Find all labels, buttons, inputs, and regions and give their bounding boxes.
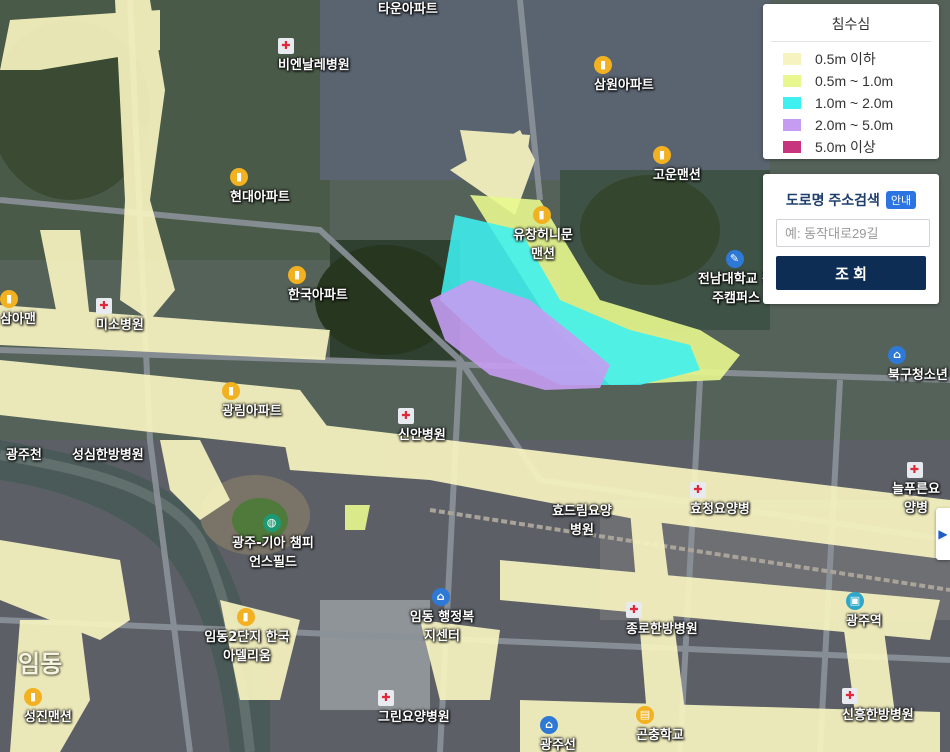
stadium-icon: ◍ [262, 514, 281, 532]
legend-item: 0.5m 이하 [763, 48, 939, 70]
flood-depth-legend: 침수심 0.5m 이하 0.5m ~ 1.0m 1.0m ~ 2.0m 2.0m… [763, 4, 939, 159]
poi-hospital[interactable]: ✚ 효청요양병 [690, 482, 750, 517]
poi-hospital[interactable]: 성심한방병원 [72, 444, 144, 463]
poi-hospital[interactable]: ✚ 그린요양병원 [378, 690, 450, 725]
poi-hospital[interactable]: ✚ 신안병원 [398, 408, 446, 443]
poi-hospital[interactable]: ✚ 늘푸른요양병 [890, 462, 942, 516]
poi-hospital[interactable]: ✚ 비엔날레병원 [278, 38, 350, 73]
search-header: 도로명 주소검색 안내 [763, 174, 939, 210]
poi-apartment[interactable]: ▮ 고운맨션 [653, 146, 701, 183]
guide-button[interactable]: 안내 [885, 191, 917, 209]
school-icon: ✎ [725, 250, 744, 268]
poi-hospital[interactable]: ✚ 신흥한방병원 [842, 688, 914, 723]
chevron-right-icon: ▶ [938, 527, 948, 541]
address-search-panel: 도로명 주소검색 안내 조 회 [763, 174, 939, 304]
search-submit-button[interactable]: 조 회 [776, 256, 926, 290]
river-label: 광주천 [6, 448, 42, 463]
school-icon: ▤ [636, 706, 654, 724]
apartment-icon: ▮ [0, 290, 18, 308]
apartment-icon: ▮ [594, 56, 612, 74]
panel-toggle-tab[interactable]: ▶ [936, 508, 950, 560]
hospital-icon: ✚ [626, 602, 642, 618]
apartment-icon: ▮ [24, 688, 42, 706]
poi-public[interactable]: ⌂ 임동 행정복지센터 [406, 588, 478, 644]
legend-swatch [783, 75, 801, 87]
hospital-icon: ✚ [690, 482, 706, 498]
legend-item: 2.0m ~ 5.0m [763, 114, 939, 136]
hospital-icon: ✚ [842, 688, 858, 704]
apartment-icon: ▮ [222, 382, 240, 400]
poi-school[interactable]: ▤ 곤충학교 [636, 706, 684, 743]
legend-swatch [783, 97, 801, 109]
apartment-icon: ▮ [532, 206, 551, 224]
apartment-icon: ▮ [653, 146, 671, 164]
poi-rail[interactable]: ⌂ 광주선 [540, 716, 576, 752]
flood-map[interactable]: 타운아파트 ✚ 비엔날레병원 ▮ 삼원아파트 ▮ 현대아파트 ▮ 고운맨션 ▮ 유창허니문… [0, 0, 950, 752]
legend-item: 5.0m 이상 [763, 136, 939, 158]
apartment-icon: ▮ [230, 168, 248, 186]
legend-title: 침수심 [771, 4, 931, 42]
poi-hospital[interactable]: ✚ 미소병원 [96, 298, 144, 333]
search-title: 도로명 주소검색 [785, 192, 880, 208]
district-label: 임동 [18, 650, 63, 678]
train-icon: ▣ [846, 592, 864, 610]
hospital-icon: ✚ [398, 408, 414, 424]
poi-label[interactable]: 타운아파트 [378, 0, 438, 17]
poi-apartment[interactable]: ▮ 유창허니문맨션 [508, 206, 578, 262]
legend-swatch [783, 119, 801, 131]
apartment-icon: ▮ [236, 608, 255, 626]
poi-apartment[interactable]: ▮ 삼아맨 [0, 290, 36, 327]
hospital-icon: ✚ [278, 38, 294, 54]
poi-apartment[interactable]: ▮ 한국아파트 [288, 266, 348, 303]
legend-swatch [783, 53, 801, 65]
poi-station[interactable]: ▣ 광주역 [846, 592, 882, 629]
poi-hospital[interactable]: ✚ 종로한방병원 [626, 602, 698, 637]
legend-item: 0.5m ~ 1.0m [763, 70, 939, 92]
hospital-icon: ✚ [378, 690, 394, 706]
legend-swatch [783, 141, 801, 153]
legend-item: 1.0m ~ 2.0m [763, 92, 939, 114]
hospital-icon: ✚ [96, 298, 112, 314]
hospital-icon: ✚ [906, 462, 923, 478]
poi-stadium[interactable]: ◍ 광주-기아 챔피언스필드 [228, 514, 318, 570]
rail-icon: ⌂ [540, 716, 558, 734]
poi-apartment[interactable]: ▮ 임동2단지 한국아델리움 [202, 608, 292, 664]
home-icon: ⌂ [888, 346, 906, 364]
poi-apartment[interactable]: ▮ 성진맨션 [24, 688, 72, 725]
poi-apartment[interactable]: ▮ 현대아파트 [230, 168, 290, 205]
poi-apartment[interactable]: ▮ 삼원아파트 [594, 56, 654, 93]
poi-public[interactable]: ⌂ 북구청소년 [888, 346, 948, 383]
apartment-icon: ▮ [288, 266, 306, 284]
poi-apartment[interactable]: ▮ 광림아파트 [222, 382, 282, 419]
poi-hospital[interactable]: 효드림요양병원 [552, 500, 612, 538]
road-address-input[interactable] [776, 219, 930, 247]
home-icon: ⌂ [431, 588, 450, 606]
